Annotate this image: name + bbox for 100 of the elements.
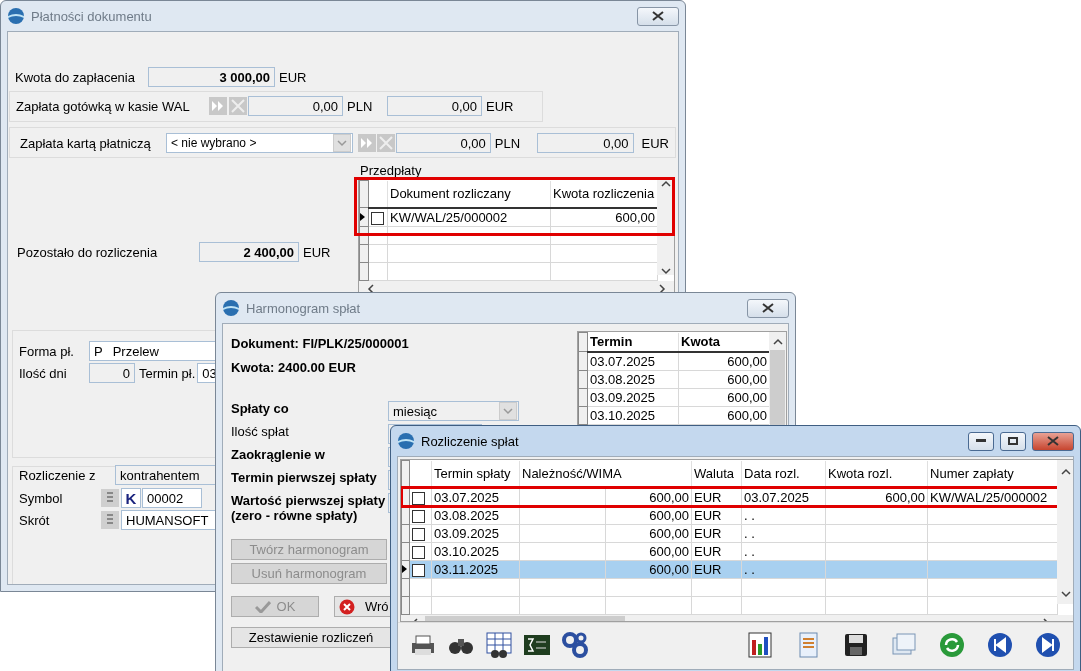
scroll-up-icon[interactable] bbox=[1060, 468, 1071, 476]
table-cell: 03.07.2025 bbox=[587, 351, 679, 370]
table-cell: 03.09.2025 bbox=[587, 388, 679, 406]
column-header[interactable]: Termin bbox=[587, 332, 679, 352]
maximize-icon bbox=[1008, 437, 1018, 445]
currency-label: PLN bbox=[494, 135, 522, 151]
table-cell: 03.07.2025 bbox=[431, 487, 520, 506]
column-header[interactable]: Kwota rozl. bbox=[825, 460, 928, 488]
previous-icon[interactable] bbox=[985, 630, 1015, 660]
minimize-icon bbox=[976, 439, 986, 443]
amount-field[interactable]: 0,00 bbox=[387, 96, 482, 116]
scroll-up-icon[interactable] bbox=[772, 338, 783, 346]
form-label: Wartość pierwszej spłaty bbox=[231, 493, 387, 508]
scroll-down-icon[interactable] bbox=[1060, 590, 1071, 598]
table-cell: 03.10.2025 bbox=[431, 542, 520, 560]
remaining-label: Pozostało do rozliczenia bbox=[17, 244, 159, 260]
close-button[interactable] bbox=[637, 6, 679, 26]
table-cell: EUR bbox=[691, 524, 742, 542]
table-row[interactable]: 03.10.2025 600,00 EUR . . bbox=[401, 542, 1058, 560]
table-row[interactable]: 03.07.2025 600,00 EUR 03.07.2025 600,00 KW/WAL/25/000002 bbox=[401, 487, 1058, 506]
days-field[interactable]: 0 bbox=[89, 363, 135, 383]
amount-due-field: 3 000,00 bbox=[148, 67, 275, 87]
checkbox[interactable] bbox=[371, 211, 384, 225]
checkbox[interactable] bbox=[412, 509, 425, 523]
table-row[interactable]: 03.08.2025 600,00 EUR . . bbox=[401, 506, 1058, 524]
refresh-icon[interactable] bbox=[937, 630, 967, 660]
table-cell: . . bbox=[741, 542, 826, 560]
table-cell: . . bbox=[741, 524, 826, 542]
minimize-button[interactable] bbox=[968, 431, 994, 451]
cash-payment-label: Zapłata gotówką w kasie WAL bbox=[16, 98, 191, 114]
amount-field[interactable]: 0,00 bbox=[536, 133, 634, 153]
column-header[interactable]: Należność/WIMA bbox=[519, 460, 692, 488]
window-title: Rozliczenie spłat bbox=[421, 433, 519, 449]
scrollbar-thumb[interactable] bbox=[770, 350, 785, 425]
table-cell: EUR bbox=[691, 506, 742, 524]
table-cell: 03.07.2025 bbox=[741, 487, 826, 506]
table-cell: 03.09.2025 bbox=[431, 524, 520, 542]
cancel-icon bbox=[339, 598, 355, 615]
scroll-up-icon[interactable] bbox=[660, 180, 671, 188]
scroll-down-icon[interactable] bbox=[660, 267, 671, 275]
amount-due-label: Kwota do zapłacenia bbox=[15, 69, 136, 85]
interval-select[interactable]: miesiąc bbox=[388, 401, 519, 421]
amount-field[interactable]: 0,00 bbox=[395, 133, 491, 153]
amount-field[interactable]: 0,00 bbox=[248, 96, 343, 116]
scroll-right-icon[interactable] bbox=[658, 284, 666, 292]
scroll-left-icon[interactable] bbox=[367, 284, 375, 292]
payment-form-label: Forma pł. bbox=[19, 343, 75, 359]
app-logo-icon bbox=[397, 432, 415, 450]
column-header[interactable]: Data rozl. bbox=[741, 460, 826, 488]
row-pointer-icon bbox=[402, 565, 407, 573]
app-logo-icon bbox=[222, 299, 240, 317]
bar-chart-icon[interactable] bbox=[745, 630, 775, 660]
currency-label: PLN bbox=[347, 98, 374, 114]
table-cell: 03.08.2025 bbox=[431, 506, 520, 524]
next-icon[interactable] bbox=[1033, 630, 1063, 660]
window-title: Płatności dokumentu bbox=[31, 8, 152, 24]
due-date-label: Termin pł. bbox=[139, 365, 196, 381]
table-row[interactable]: 03.11.2025 600,00 EUR . . bbox=[401, 560, 1058, 578]
checkbox[interactable] bbox=[412, 491, 425, 505]
checkbox[interactable] bbox=[412, 563, 425, 577]
close-icon bbox=[762, 303, 774, 313]
card-select[interactable]: < nie wybrano > bbox=[166, 133, 353, 153]
gears-icon[interactable] bbox=[560, 630, 590, 660]
card-payment-label: Zapłata kartą płatniczą bbox=[20, 135, 152, 151]
table-cell: 600,00 bbox=[605, 506, 692, 524]
table-row[interactable]: 03.09.2025 600,00 EUR . . bbox=[401, 524, 1058, 542]
window-title: Harmonogram spłat bbox=[246, 300, 361, 316]
maximize-button[interactable] bbox=[1000, 431, 1026, 451]
form-label: Ilość spłat bbox=[231, 424, 290, 439]
prepayments-label: Przedpłaty bbox=[360, 163, 423, 178]
table-cell: 600,00 bbox=[605, 524, 692, 542]
summary-button[interactable]: Zestawienie rozliczeń bbox=[231, 627, 391, 648]
close-button[interactable] bbox=[747, 298, 789, 318]
symbol-label: Symbol bbox=[19, 490, 64, 506]
form-label: Spłaty co bbox=[231, 401, 290, 416]
column-header[interactable]: Termin spłaty bbox=[431, 460, 520, 488]
close-icon bbox=[1047, 436, 1059, 446]
close-button[interactable] bbox=[1032, 431, 1074, 451]
remaining-field: 2 400,00 bbox=[199, 242, 299, 262]
table-search-icon[interactable] bbox=[484, 630, 514, 660]
checkmark-icon bbox=[254, 600, 271, 613]
close-icon bbox=[652, 11, 664, 21]
amount-label: Kwota: 2400.00 EUR bbox=[231, 360, 357, 375]
column-header[interactable]: Waluta bbox=[691, 460, 742, 488]
checkbox[interactable] bbox=[412, 527, 425, 541]
column-header[interactable]: Dokument rozliczany bbox=[387, 180, 551, 208]
table-cell: . . bbox=[741, 506, 826, 524]
checkbox[interactable] bbox=[412, 545, 425, 559]
table-cell: 03.08.2025 bbox=[587, 370, 679, 388]
days-label: Ilość dni bbox=[19, 365, 68, 381]
table-row[interactable]: KW/WAL/25/000002 600,00 bbox=[359, 207, 658, 226]
app-logo-icon bbox=[7, 7, 25, 25]
form-label: Zaokrąglenie w bbox=[231, 447, 326, 462]
currency-label: EUR bbox=[486, 98, 514, 114]
document-label: Dokument: FI/PLK/25/000001 bbox=[231, 336, 410, 351]
row-pointer-icon bbox=[360, 212, 365, 221]
table-cell: KW/WAL/25/000002 bbox=[387, 207, 551, 226]
currency-label: EUR bbox=[279, 69, 307, 85]
symbol-field[interactable]: 00002 bbox=[142, 488, 202, 508]
type-field[interactable]: K bbox=[121, 488, 141, 508]
